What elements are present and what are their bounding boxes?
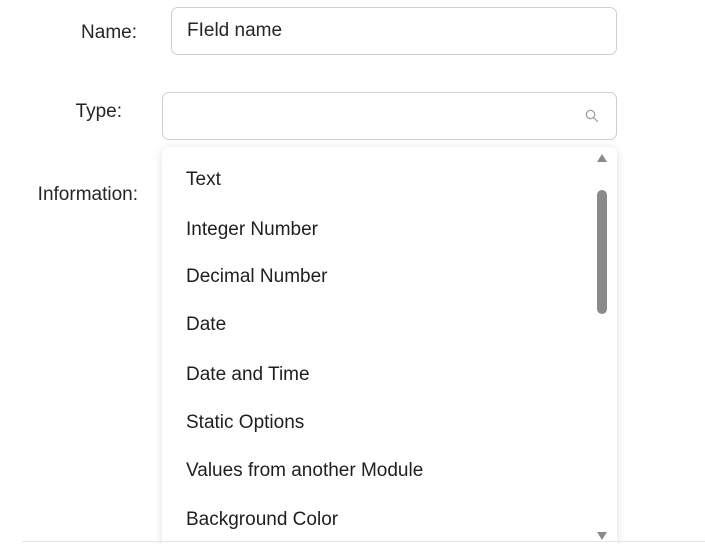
option-integer-number[interactable]: Integer Number [186,219,318,241]
type-dropdown-list: Text Integer Number Decimal Number Date … [162,147,617,544]
option-date[interactable]: Date [186,314,226,336]
option-background-color[interactable]: Background Color [186,509,338,531]
option-static-options[interactable]: Static Options [186,412,304,434]
scroll-down-arrow-icon[interactable] [597,532,607,540]
option-values-from-another-module[interactable]: Values from another Module [186,460,423,482]
dropdown-scrollbar[interactable] [595,151,609,544]
scroll-up-arrow-icon[interactable] [597,154,607,162]
information-label: Information: [37,184,138,205]
option-text[interactable]: Text [186,169,221,191]
option-date-and-time[interactable]: Date and Time [186,364,310,386]
type-search-input[interactable] [177,93,576,139]
type-label: Type: [75,101,122,122]
name-label: Name: [81,22,137,43]
search-icon [585,109,599,123]
name-input[interactable] [187,8,606,54]
option-decimal-number[interactable]: Decimal Number [186,266,327,288]
scrollbar-thumb[interactable] [597,190,607,314]
name-field[interactable] [171,7,617,55]
type-select[interactable] [162,92,617,140]
bottom-divider [22,541,705,542]
